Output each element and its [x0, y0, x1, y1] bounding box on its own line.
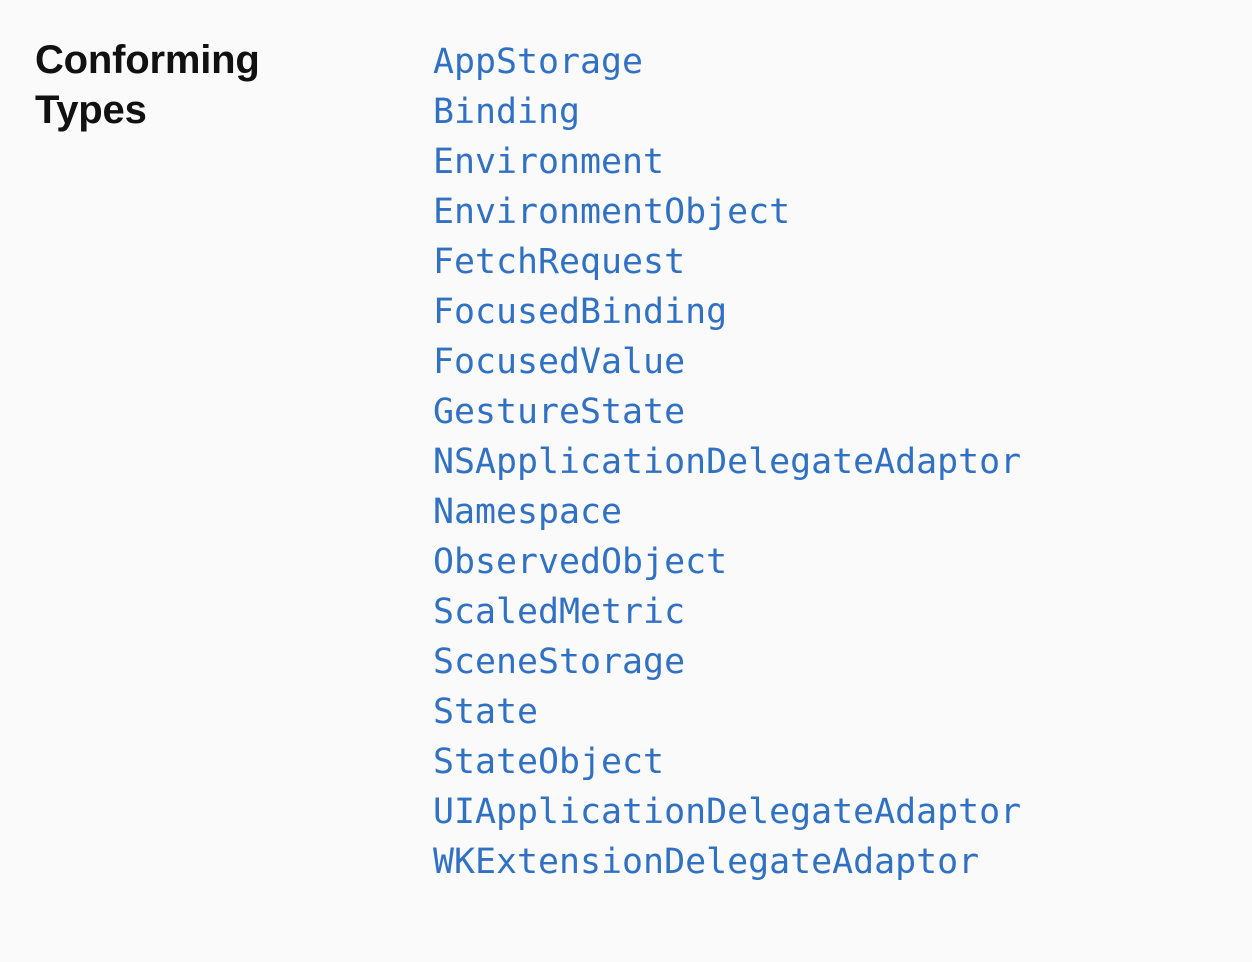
type-link-state[interactable]: State — [433, 692, 538, 732]
type-link-gesturestate[interactable]: GestureState — [433, 392, 685, 432]
list-item: AppStorage — [433, 37, 1021, 87]
type-link-observedobject[interactable]: ObservedObject — [433, 542, 727, 582]
type-link-stateobject[interactable]: StateObject — [433, 742, 664, 782]
list-item: UIApplicationDelegateAdaptor — [433, 787, 1021, 837]
type-link-environmentobject[interactable]: EnvironmentObject — [433, 192, 790, 232]
list-item: FocusedValue — [433, 337, 1021, 387]
type-link-scenestorage[interactable]: SceneStorage — [433, 642, 685, 682]
list-item: GestureState — [433, 387, 1021, 437]
list-item: ObservedObject — [433, 537, 1021, 587]
conforming-types-section: Conforming Types AppStorage Binding Envi… — [0, 0, 1252, 962]
type-link-focusedbinding[interactable]: FocusedBinding — [433, 292, 727, 332]
type-link-nsapplicationdelegateadaptor[interactable]: NSApplicationDelegateAdaptor — [433, 442, 1021, 482]
list-item: WKExtensionDelegateAdaptor — [433, 837, 1021, 887]
section-title: Conforming Types — [35, 38, 260, 132]
type-link-uiapplicationdelegateadaptor[interactable]: UIApplicationDelegateAdaptor — [433, 792, 1021, 832]
list-item: Environment — [433, 137, 1021, 187]
type-link-scaledmetric[interactable]: ScaledMetric — [433, 592, 685, 632]
list-item: SceneStorage — [433, 637, 1021, 687]
list-item: Binding — [433, 87, 1021, 137]
list-item: Namespace — [433, 487, 1021, 537]
list-item: ScaledMetric — [433, 587, 1021, 637]
list-item: State — [433, 687, 1021, 737]
list-item: NSApplicationDelegateAdaptor — [433, 437, 1021, 487]
type-link-binding[interactable]: Binding — [433, 92, 580, 132]
type-link-wkextensiondelegateadaptor[interactable]: WKExtensionDelegateAdaptor — [433, 842, 979, 882]
type-link-appstorage[interactable]: AppStorage — [433, 42, 643, 82]
type-link-environment[interactable]: Environment — [433, 142, 664, 182]
type-link-namespace[interactable]: Namespace — [433, 492, 622, 532]
list-item: StateObject — [433, 737, 1021, 787]
type-link-focusedvalue[interactable]: FocusedValue — [433, 342, 685, 382]
list-item: EnvironmentObject — [433, 187, 1021, 237]
list-item: FocusedBinding — [433, 287, 1021, 337]
type-link-fetchrequest[interactable]: FetchRequest — [433, 242, 685, 282]
conforming-types-list: AppStorage Binding Environment Environme… — [433, 37, 1021, 887]
list-item: FetchRequest — [433, 237, 1021, 287]
